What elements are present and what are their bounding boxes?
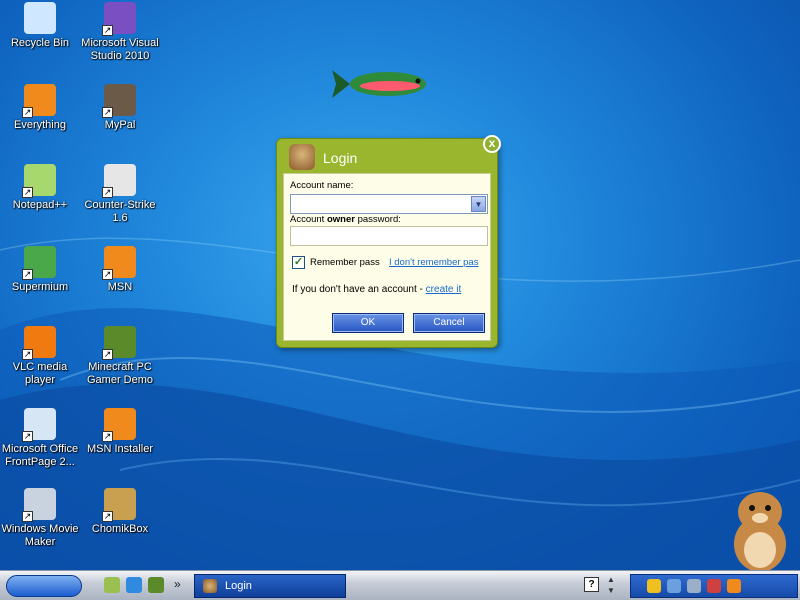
help-icon[interactable]: ? bbox=[584, 577, 599, 592]
cancel-button[interactable]: Cancel bbox=[413, 313, 485, 333]
desktop-icon-label: Counter-Strike 1.6 bbox=[84, 199, 156, 224]
system-tray bbox=[630, 574, 798, 598]
msn-butterfly-icon: ↗ bbox=[102, 246, 136, 280]
search-tray-icon[interactable] bbox=[727, 579, 741, 593]
desktop-icon-label: Microsoft Visual Studio 2010 bbox=[81, 37, 159, 62]
network-icon[interactable] bbox=[687, 579, 701, 593]
desktop-icon[interactable]: Recycle Bin bbox=[0, 2, 80, 50]
taskbar-button-login[interactable]: Login bbox=[194, 574, 346, 598]
dialog-title: Login bbox=[323, 150, 358, 166]
no-account-text: If you don't have an account - create it bbox=[292, 284, 461, 295]
desktop-icon[interactable]: ↗ MSN bbox=[80, 246, 160, 294]
desktop-icon-label: Recycle Bin bbox=[10, 37, 70, 49]
desktop-icon-label: ChomikBox bbox=[91, 523, 149, 535]
desktop-icon[interactable]: ↗ Supermium bbox=[0, 246, 80, 294]
desktop-icon-label: Supermium bbox=[11, 281, 69, 293]
desktop-icon-label: VLC media player bbox=[12, 361, 68, 386]
everything-search-icon: ↗ bbox=[22, 84, 56, 118]
supermium-icon: ↗ bbox=[22, 246, 56, 280]
quicklaunch-minecraft-icon[interactable] bbox=[148, 577, 164, 593]
quicklaunch-overflow-icon[interactable]: » bbox=[174, 577, 181, 591]
vlc-cone-icon: ↗ bbox=[22, 326, 56, 360]
desktop-icon[interactable]: ↗ MyPal bbox=[80, 84, 160, 132]
shortcut-arrow-icon: ↗ bbox=[102, 431, 113, 442]
desktop-icon[interactable]: ↗ Notepad++ bbox=[0, 164, 80, 212]
remember-password-checkbox[interactable]: ✓ bbox=[292, 256, 305, 269]
desktop-icon-label: Windows Movie Maker bbox=[1, 523, 79, 548]
fish-screenmate-icon bbox=[332, 70, 426, 98]
mypal-raccoon-icon: ↗ bbox=[102, 84, 136, 118]
shortcut-arrow-icon: ↗ bbox=[22, 431, 33, 442]
close-button[interactable]: x bbox=[483, 135, 501, 153]
chomik-hamster-icon bbox=[289, 144, 315, 170]
frontpage-icon: ↗ bbox=[22, 408, 56, 442]
chevron-up-icon[interactable]: ▲ bbox=[607, 574, 615, 585]
ok-button[interactable]: OK bbox=[332, 313, 404, 333]
recycle-bin-icon bbox=[24, 2, 56, 34]
desktop-icon[interactable]: ↗ Minecraft PC Gamer Demo bbox=[80, 326, 160, 387]
start-button[interactable] bbox=[6, 575, 82, 597]
desktop-icon-label: Microsoft Office FrontPage 2... bbox=[1, 443, 79, 468]
minecraft-grass-icon: ↗ bbox=[102, 326, 136, 360]
desktop-icon[interactable]: ↗ Everything bbox=[0, 84, 80, 132]
desktop-icon-label: Notepad++ bbox=[12, 199, 68, 211]
password-field[interactable] bbox=[290, 226, 488, 246]
shortcut-arrow-icon: ↗ bbox=[102, 511, 113, 522]
shortcut-arrow-icon: ↗ bbox=[102, 107, 113, 118]
security-shield-icon[interactable] bbox=[647, 579, 661, 593]
desktop-icon-label: MyPal bbox=[104, 119, 136, 131]
desktop-icon[interactable]: ↗ Counter-Strike 1.6 bbox=[80, 164, 160, 225]
remember-password-label: Remember passw bbox=[310, 257, 380, 268]
hamster-mascot-icon bbox=[734, 492, 786, 572]
desktop-icon[interactable]: ↗ MSN Installer bbox=[80, 408, 160, 456]
password-label-owner: owner bbox=[326, 214, 355, 225]
shortcut-arrow-icon: ↗ bbox=[102, 269, 113, 280]
password-label: Account owner password: bbox=[290, 214, 401, 225]
chevron-down-icon[interactable]: ▼ bbox=[607, 585, 615, 596]
quicklaunch-ie-icon[interactable] bbox=[126, 577, 142, 593]
create-account-link[interactable]: create it bbox=[426, 284, 462, 295]
desktop-icon-label: Minecraft PC Gamer Demo bbox=[86, 361, 154, 386]
notepad-plus-plus-icon: ↗ bbox=[22, 164, 56, 198]
shortcut-arrow-icon: ↗ bbox=[22, 269, 33, 280]
msn-installer-icon: ↗ bbox=[102, 408, 136, 442]
shortcut-arrow-icon: ↗ bbox=[102, 25, 113, 36]
chevron-down-icon[interactable]: ▼ bbox=[471, 196, 486, 212]
desktop-icon-label: MSN Installer bbox=[86, 443, 154, 455]
password-label-prefix: Account bbox=[290, 214, 327, 225]
desktop-icon-label: Everything bbox=[14, 119, 66, 131]
desktop-icon[interactable]: ↗ VLC media player bbox=[0, 326, 80, 387]
shortcut-arrow-icon: ↗ bbox=[22, 349, 33, 360]
dialog-titlebar[interactable]: Login bbox=[277, 139, 497, 173]
desktop-icon[interactable]: ↗ Windows Movie Maker bbox=[0, 488, 80, 549]
password-label-suffix: password: bbox=[354, 214, 401, 225]
chomikbox-icon: ↗ bbox=[102, 488, 136, 522]
shortcut-arrow-icon: ↗ bbox=[22, 511, 33, 522]
counter-strike-icon: ↗ bbox=[102, 164, 136, 198]
shortcut-arrow-icon: ↗ bbox=[22, 187, 33, 198]
login-dialog: Login x Account name: ▼ Account owner pa… bbox=[276, 135, 501, 348]
shortcut-arrow-icon: ↗ bbox=[22, 107, 33, 118]
forgot-password-link[interactable]: I don't remember pas bbox=[389, 257, 487, 268]
desktop-icon[interactable]: ↗ Microsoft Office FrontPage 2... bbox=[0, 408, 80, 469]
taskbar: » Login ? ▲ ▼ bbox=[0, 570, 800, 600]
taskbar-button-label: Login bbox=[225, 580, 252, 592]
chomik-hamster-icon bbox=[203, 579, 217, 593]
desktop-icon[interactable]: ↗ Microsoft Visual Studio 2010 bbox=[80, 2, 160, 63]
desktop-icon[interactable]: ↗ ChomikBox bbox=[80, 488, 160, 536]
desktop-icon-label: MSN bbox=[107, 281, 133, 293]
shortcut-arrow-icon: ↗ bbox=[102, 349, 113, 360]
no-account-prefix: If you don't have an account - bbox=[292, 284, 426, 295]
visual-studio-icon: ↗ bbox=[102, 2, 136, 36]
movie-maker-icon: ↗ bbox=[22, 488, 56, 522]
tray-app-icon[interactable] bbox=[667, 579, 681, 593]
account-name-combobox[interactable]: ▼ bbox=[290, 194, 488, 214]
account-name-label: Account name: bbox=[290, 180, 354, 191]
dialog-body: Account name: ▼ Account owner password: … bbox=[283, 173, 491, 341]
tray-warning-icon[interactable] bbox=[707, 579, 721, 593]
shortcut-arrow-icon: ↗ bbox=[102, 187, 113, 198]
toolbar-scroll-arrows[interactable]: ▲ ▼ bbox=[607, 574, 615, 596]
quicklaunch-desktop-icon[interactable] bbox=[104, 577, 120, 593]
